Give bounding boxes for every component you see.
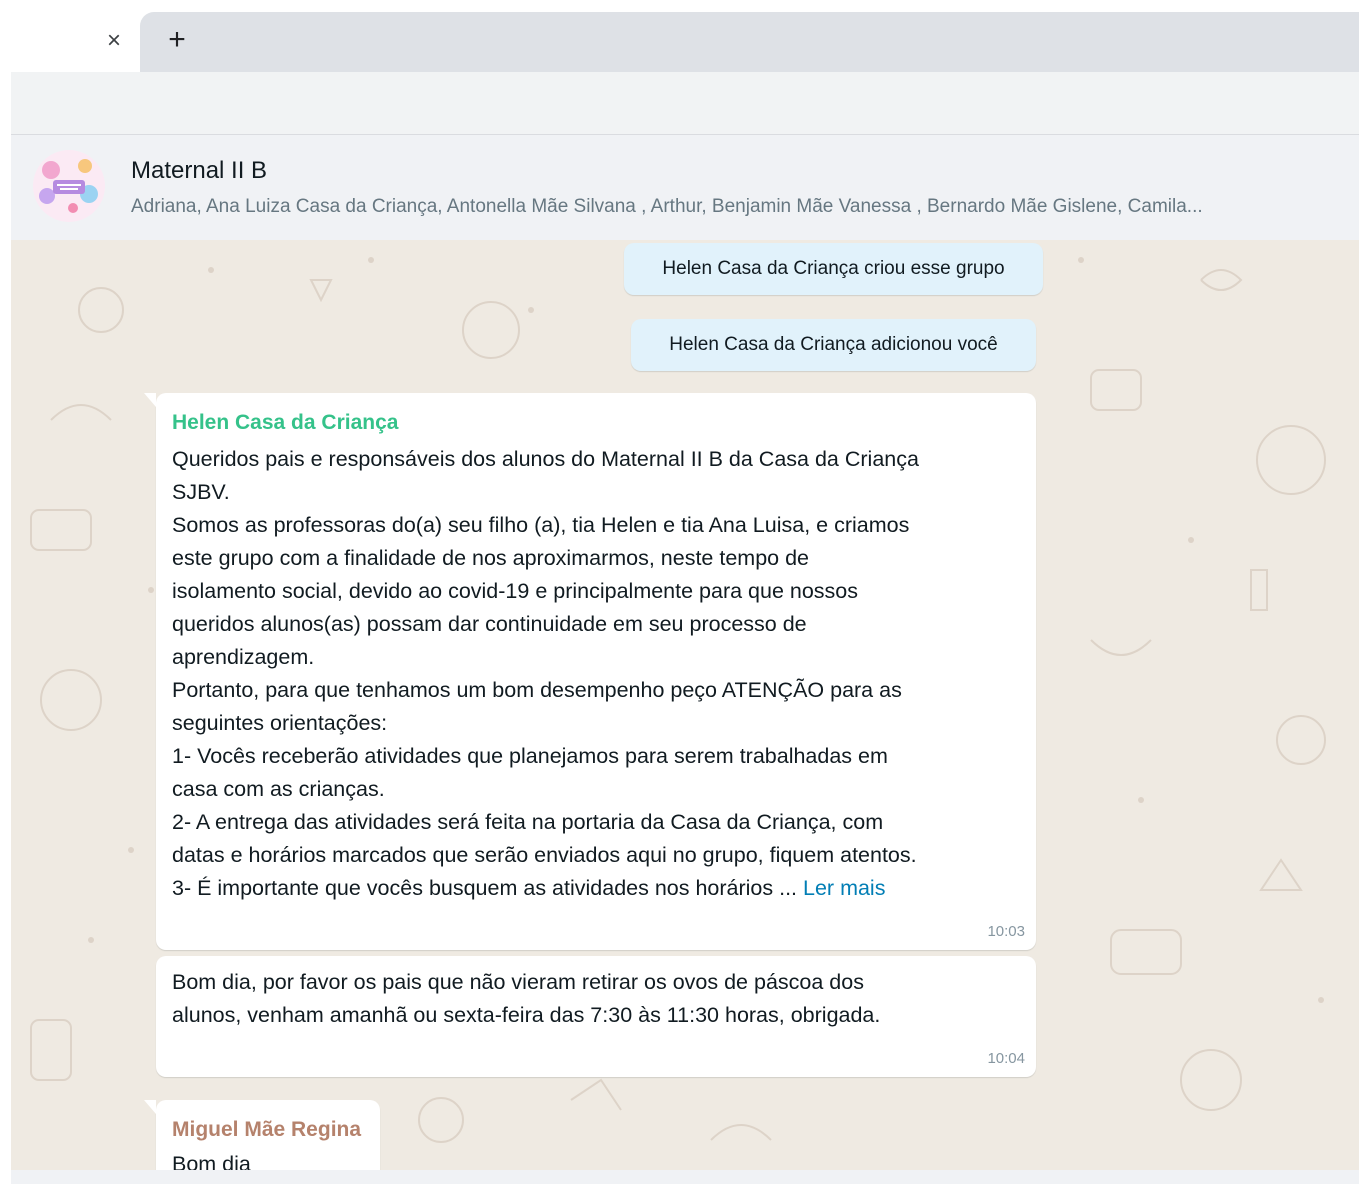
bottom-strip [11,1170,1359,1184]
message-body: Queridos pais e responsáveis dos alunos … [172,447,919,900]
message-bubble[interactable]: Helen Casa da Criança Queridos pais e re… [144,393,1036,950]
message-time: 10:04 [987,1050,1025,1067]
group-name[interactable]: Maternal II B [131,157,267,185]
close-icon[interactable]: × [99,26,129,56]
browser-tab-bar: × + [11,12,1359,72]
message-sender[interactable]: Helen Casa da Criança [172,411,398,435]
message-text: Queridos pais e responsáveis dos alunos … [172,443,1032,905]
message-sender[interactable]: Miguel Mãe Regina [172,1118,361,1142]
group-avatar-icon[interactable] [33,150,105,222]
browser-toolbar [11,72,1359,135]
tab-strip: + [140,12,1359,72]
group-members[interactable]: Adriana, Ana Luiza Casa da Criança, Anto… [131,196,1349,218]
chat-header[interactable]: Maternal II B Adriana, Ana Luiza Casa da… [11,135,1359,240]
system-message: Helen Casa da Criança adicionou você [631,319,1036,371]
message-text: Bom dia, por favor os pais que não viera… [172,970,881,1027]
message-text: Bom dia [172,1152,251,1170]
message-bubble[interactable]: Miguel Mãe Regina Bom dia [144,1100,380,1170]
system-message: Helen Casa da Criança criou esse grupo [624,243,1043,295]
read-more-link[interactable]: Ler mais [803,876,885,900]
plus-icon[interactable]: + [160,24,194,58]
chat-area[interactable]: Helen Casa da Criança criou esse grupo H… [11,240,1359,1170]
message-time: 10:03 [987,923,1025,940]
message-bubble[interactable]: Bom dia, por favor os pais que não viera… [156,956,1036,1077]
